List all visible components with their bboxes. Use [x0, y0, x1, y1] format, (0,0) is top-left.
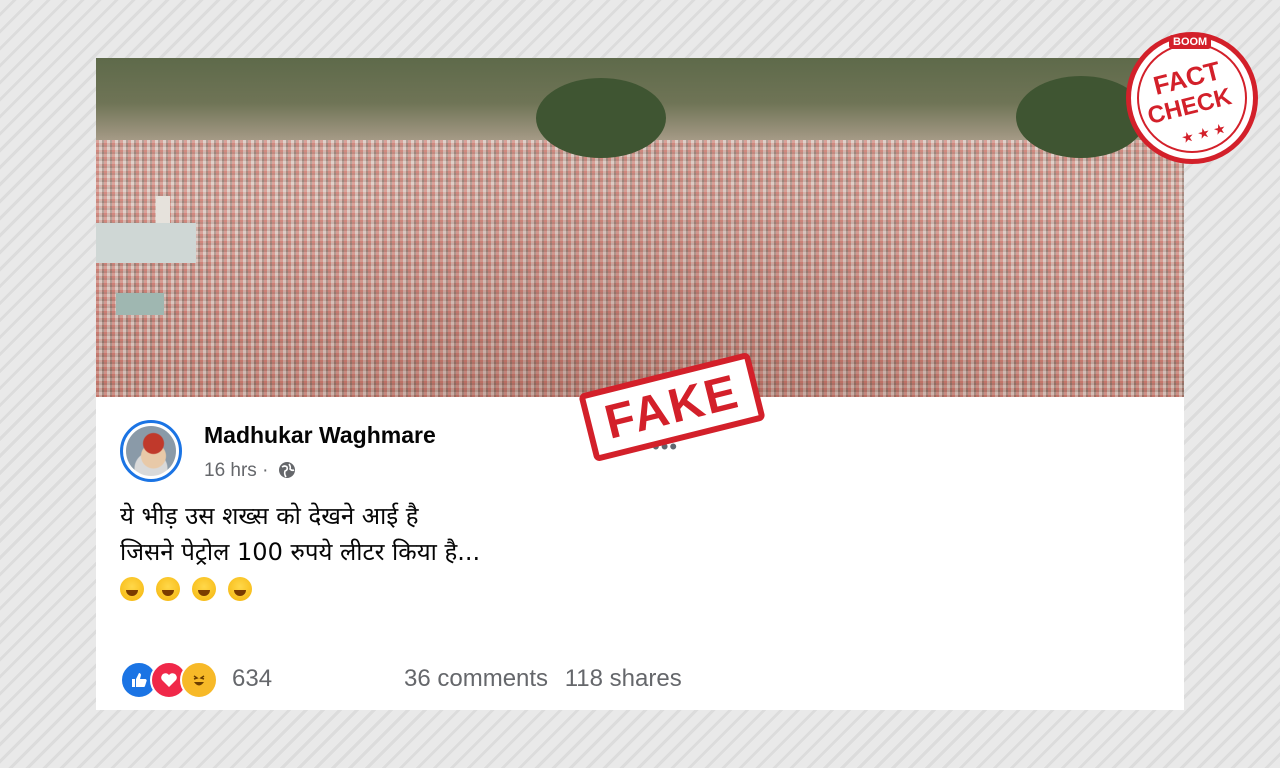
post-time[interactable]: 16 hrs	[204, 460, 257, 481]
rolling-laughing-emoji	[228, 577, 253, 602]
post-text-line-1: ये भीड़ उस शख्स को देखने आई है	[120, 502, 419, 530]
beaming-emoji	[156, 577, 181, 602]
meta-separator: ·	[262, 460, 269, 481]
post-text-line-2: जिसने पेट्रोल 100 रुपये लीटर किया है...	[120, 538, 481, 566]
shares-count[interactable]: 118 shares	[565, 665, 682, 692]
comments-count[interactable]: 36 comments	[404, 665, 548, 692]
avatar-image	[126, 426, 176, 476]
crowd-photo[interactable]	[96, 58, 1184, 397]
globe-icon	[278, 461, 296, 485]
emoji-row	[120, 575, 258, 602]
grinning-emoji	[120, 577, 144, 602]
avatar[interactable]	[120, 420, 182, 482]
tree	[536, 78, 666, 158]
stage-tent	[116, 293, 164, 315]
fact-check-badge: BOOM FACT CHECK ★ ★ ★	[1126, 32, 1258, 164]
tears-of-joy-emoji	[192, 577, 217, 602]
reaction-count[interactable]: 634	[232, 665, 272, 693]
stage-structure	[96, 223, 196, 263]
engagement-stats: 36 comments 118 shares	[404, 665, 692, 693]
haha-icon	[180, 661, 218, 699]
badge-brand: BOOM	[1169, 35, 1212, 49]
post-meta: 16 hrs ·	[204, 460, 296, 485]
post-text: ये भीड़ उस शख्स को देखने आई है जिसने पेट…	[120, 498, 480, 570]
author-name[interactable]: Madhukar Waghmare	[204, 422, 436, 449]
